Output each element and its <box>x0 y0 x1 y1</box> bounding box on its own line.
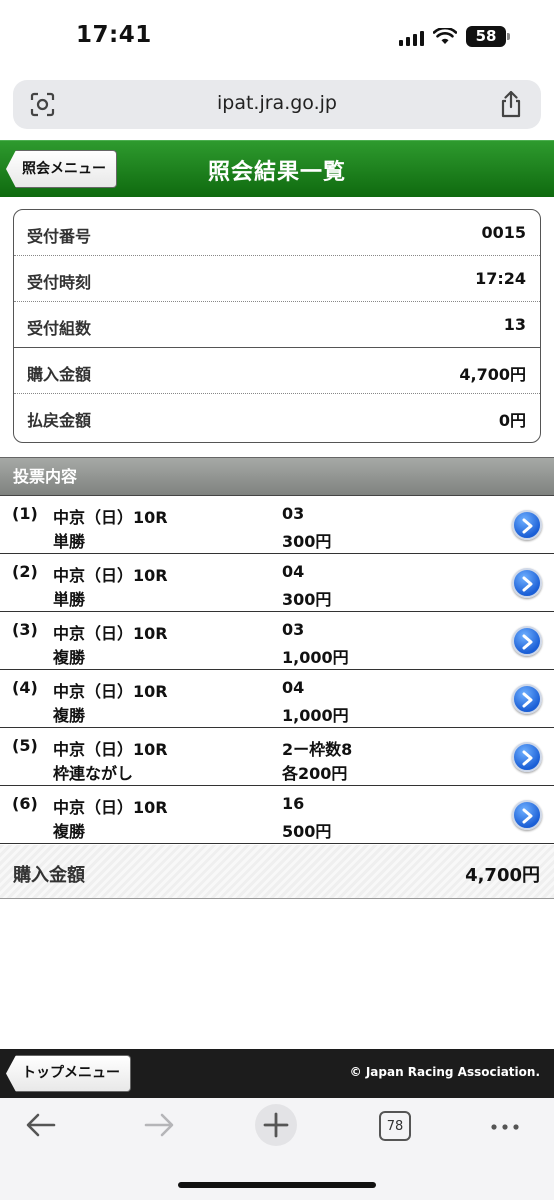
bet-race: 中京（日）10R <box>53 798 168 817</box>
bet-race: 中京（日）10R <box>53 682 168 701</box>
summary-row-bet-count: 受付組数 13 <box>14 302 540 348</box>
footer-bar: トップメニュー © Japan Racing Association. <box>0 1049 554 1098</box>
summary-row-purchase-amount: 購入金額 4,700円 <box>14 348 540 394</box>
summary-value: 4,700円 <box>459 365 526 384</box>
summary-row-payout-amount: 払戻金額 0円 <box>14 394 540 440</box>
address-bar[interactable]: ipat.jra.go.jp <box>13 80 541 129</box>
signal-icon <box>399 28 424 46</box>
summary-label: 受付組数 <box>27 319 92 338</box>
summary-label: 払戻金額 <box>27 411 92 430</box>
summary-label: 受付時刻 <box>27 273 92 292</box>
bet-race: 中京（日）10R <box>53 566 168 585</box>
bet-amount: 500円 <box>282 822 332 841</box>
bet-combination: 03 <box>282 620 305 639</box>
detail-arrow-icon[interactable] <box>512 626 542 656</box>
bet-combination: 2ー枠数8 <box>282 740 353 759</box>
bet-type: 複勝 <box>53 706 86 725</box>
bet-row[interactable]: (5) 中京（日）10R 枠連ながし 2ー枠数8 各200円 <box>0 728 554 786</box>
page-title: 照会結果一覧 <box>207 160 346 185</box>
bet-combination: 04 <box>282 562 305 581</box>
back-arrow-icon[interactable] <box>24 1108 58 1142</box>
summary-value: 0015 <box>481 223 526 242</box>
status-bar: 17:41 58 <box>0 0 554 75</box>
bet-race: 中京（日）10R <box>53 740 168 759</box>
copyright-text: © Japan Racing Association. <box>349 1065 540 1079</box>
bet-amount: 300円 <box>282 532 332 551</box>
bet-number: (4) <box>12 678 38 697</box>
status-time: 17:41 <box>76 22 152 48</box>
detail-arrow-icon[interactable] <box>512 568 542 598</box>
summary-row-receipt-number: 受付番号 0015 <box>14 210 540 256</box>
more-icon[interactable] <box>488 1108 522 1142</box>
bet-number: (1) <box>12 504 38 523</box>
plus-icon <box>263 1112 289 1138</box>
forward-arrow-icon[interactable] <box>142 1108 176 1142</box>
url-text[interactable]: ipat.jra.go.jp <box>13 92 541 114</box>
bet-number: (2) <box>12 562 38 581</box>
bet-row[interactable]: (3) 中京（日）10R 複勝 03 1,000円 <box>0 612 554 670</box>
bet-type: 複勝 <box>53 822 86 841</box>
summary-value: 17:24 <box>475 269 526 288</box>
new-tab-button[interactable] <box>255 1104 297 1146</box>
bet-type: 単勝 <box>53 532 86 551</box>
bet-row[interactable]: (4) 中京（日）10R 複勝 04 1,000円 <box>0 670 554 728</box>
total-label: 購入金額 <box>13 865 85 886</box>
receipt-summary: 受付番号 0015 受付時刻 17:24 受付組数 13 購入金額 4,700円… <box>13 209 541 443</box>
summary-label: 受付番号 <box>27 227 92 246</box>
status-icons: 58 <box>399 26 510 47</box>
battery-icon: 58 <box>466 26 510 47</box>
wifi-icon <box>433 27 457 44</box>
bet-list: (1) 中京（日）10R 単勝 03 300円 (2) 中京（日）10R 単勝 … <box>0 496 554 844</box>
home-indicator <box>178 1182 376 1188</box>
bet-row[interactable]: (1) 中京（日）10R 単勝 03 300円 <box>0 496 554 554</box>
bet-race: 中京（日）10R <box>53 508 168 527</box>
bet-number: (5) <box>12 736 38 755</box>
bet-combination: 16 <box>282 794 305 813</box>
bet-combination: 03 <box>282 504 305 523</box>
bet-row[interactable]: (2) 中京（日）10R 単勝 04 300円 <box>0 554 554 612</box>
bet-row[interactable]: (6) 中京（日）10R 複勝 16 500円 <box>0 786 554 844</box>
summary-value: 0円 <box>498 411 526 430</box>
detail-arrow-icon[interactable] <box>512 510 542 540</box>
bet-number: (3) <box>12 620 38 639</box>
total-value: 4,700円 <box>465 865 540 886</box>
bet-race: 中京（日）10R <box>53 624 168 643</box>
detail-arrow-icon[interactable] <box>512 800 542 830</box>
page-header: 照会メニュー 照会結果一覧 <box>0 140 554 197</box>
bet-type: 単勝 <box>53 590 86 609</box>
top-menu-button[interactable]: トップメニュー <box>6 1055 131 1092</box>
bet-amount: 1,000円 <box>282 648 349 667</box>
bet-amount: 300円 <box>282 590 332 609</box>
bet-type: 複勝 <box>53 648 86 667</box>
detail-arrow-icon[interactable] <box>512 684 542 714</box>
bet-combination: 04 <box>282 678 305 697</box>
bet-number: (6) <box>12 794 38 813</box>
share-icon[interactable] <box>499 90 523 118</box>
total-purchase-row: 購入金額 4,700円 <box>0 845 554 899</box>
summary-value: 13 <box>503 315 526 334</box>
section-header-bet-details: 投票内容 <box>0 457 554 496</box>
tabs-count-button[interactable]: 78 <box>379 1111 411 1141</box>
bet-amount: 各200円 <box>282 764 348 783</box>
detail-arrow-icon[interactable] <box>512 742 542 772</box>
summary-row-receipt-time: 受付時刻 17:24 <box>14 256 540 302</box>
browser-toolbar: 78 <box>0 1098 554 1200</box>
bet-amount: 1,000円 <box>282 706 349 725</box>
bet-type: 枠連ながし <box>53 764 134 783</box>
summary-label: 購入金額 <box>27 365 92 384</box>
